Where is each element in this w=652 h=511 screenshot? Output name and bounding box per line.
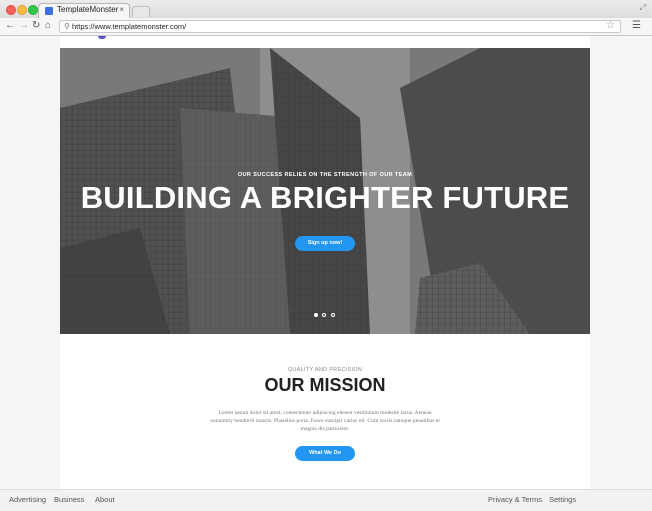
hero-slider: OUR SUCCESS RELIES ON THE STRENGTH OF OU… <box>60 48 590 334</box>
back-arrow-icon[interactable]: ← <box>5 19 15 33</box>
footer-link-about[interactable]: About <box>95 495 115 505</box>
hero-eyebrow: OUR SUCCESS RELIES ON THE STRENGTH OF OU… <box>237 172 413 178</box>
slider-dot-1[interactable] <box>314 313 318 317</box>
mission-text: Lorem ipsum dolor sit amet, consectetuer… <box>210 410 440 432</box>
slider-dot-3[interactable] <box>331 313 335 317</box>
slider-dot-2[interactable] <box>322 313 326 317</box>
url-text[interactable]: https://www.templatemonster.com/ <box>72 21 186 32</box>
mission-title: OUR MISSION <box>264 375 386 395</box>
address-bar[interactable]: ⚲ https://www.templatemonster.com/ ☆ <box>59 20 621 33</box>
browser-toolbar: ← → ↻ ⌂ ⚲ https://www.templatemonster.co… <box>0 18 652 36</box>
menu-icon[interactable]: ☰ <box>632 19 641 33</box>
sign-up-button[interactable]: Sign up now! <box>295 236 355 251</box>
reload-icon[interactable]: ↻ <box>32 19 40 33</box>
star-icon[interactable]: ☆ <box>606 20 615 32</box>
footer-link-settings[interactable]: Settings <box>549 495 576 505</box>
footer-link-advertising[interactable]: Advertising <box>9 495 46 505</box>
window-title-bar: TemplateMonster × ⤢ <box>0 0 652 18</box>
mission-eyebrow: QUALITY AND PRECISION <box>287 367 363 373</box>
webpage: OUR SUCCESS RELIES ON THE STRENGTH OF OU… <box>60 36 590 489</box>
search-icon: ⚲ <box>64 22 70 31</box>
footer-link-business[interactable]: Business <box>54 495 84 505</box>
footer-link-privacy-terms[interactable]: Privacy & Terms <box>488 495 542 505</box>
minimize-window-button[interactable] <box>17 5 27 15</box>
site-logo[interactable] <box>98 36 106 39</box>
footer-bar: Advertising Business About Privacy & Ter… <box>0 489 652 511</box>
tab-title: TemplateMonster <box>57 5 119 14</box>
hero-title: BUILDING A BRIGHTER FUTURE <box>80 180 570 215</box>
tab-close-icon[interactable]: × <box>119 5 124 14</box>
maximize-window-button[interactable] <box>28 5 38 15</box>
page-viewport: OUR SUCCESS RELIES ON THE STRENGTH OF OU… <box>0 36 652 489</box>
resize-icon[interactable]: ⤢ <box>640 3 646 13</box>
forward-arrow-icon[interactable]: → <box>19 19 29 33</box>
browser-tab[interactable]: TemplateMonster × <box>38 3 130 18</box>
site-favicon-icon <box>45 7 53 15</box>
close-window-button[interactable] <box>6 5 16 15</box>
new-tab-button[interactable] <box>132 6 150 17</box>
what-we-do-button[interactable]: What We Do <box>295 446 355 461</box>
home-icon[interactable]: ⌂ <box>45 19 51 33</box>
